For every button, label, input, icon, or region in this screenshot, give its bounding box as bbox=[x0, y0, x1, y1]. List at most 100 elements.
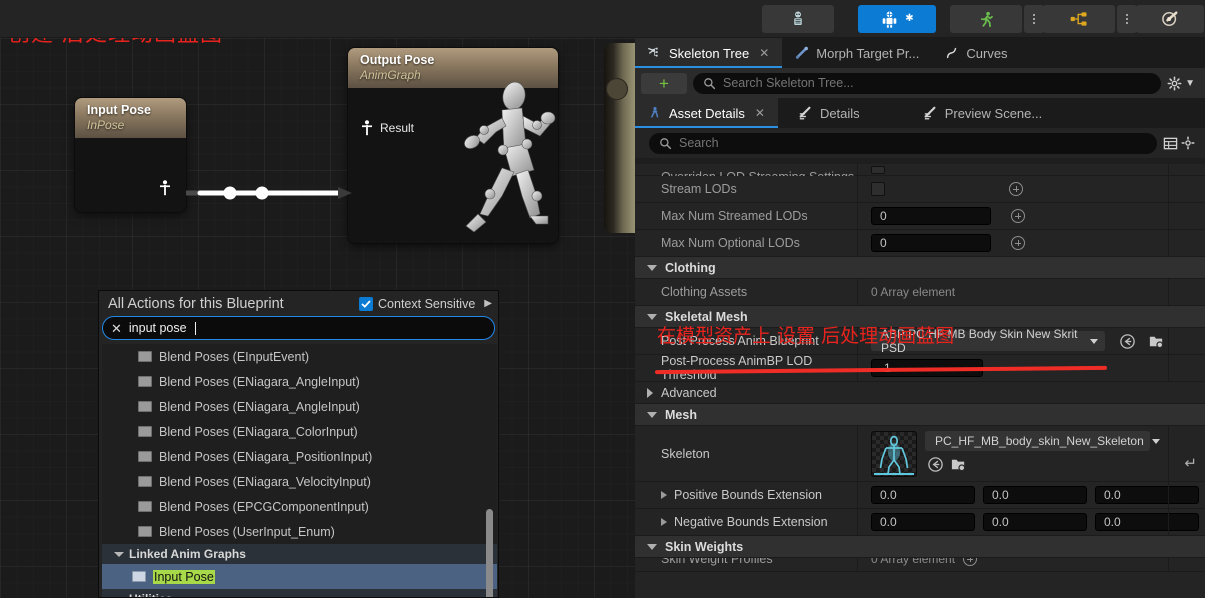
actions-list-item[interactable]: Blend Poses (EInputEvent) bbox=[102, 344, 497, 369]
actions-list-scrollbar[interactable] bbox=[486, 509, 493, 597]
property-row-stream-lods[interactable]: Stream LODs bbox=[635, 176, 1205, 203]
node-swatch-icon bbox=[138, 501, 152, 512]
property-row-skin-weight-profiles[interactable]: Skin Weight Profiles 0 Array element bbox=[635, 558, 1205, 572]
stream-lods-checkbox[interactable] bbox=[871, 182, 885, 196]
max-num-optional-lods-input[interactable]: 0 bbox=[871, 234, 991, 252]
clear-search-icon[interactable]: ✕ bbox=[111, 322, 122, 335]
add-override-icon[interactable] bbox=[1009, 182, 1023, 196]
add-array-element-icon[interactable] bbox=[963, 558, 978, 566]
gear-icon[interactable] bbox=[1181, 136, 1195, 150]
toolbar-graph-button[interactable] bbox=[1043, 5, 1115, 33]
positive-bounds-y-input[interactable]: 0.0 bbox=[983, 486, 1087, 504]
chevron-right-icon[interactable] bbox=[661, 491, 667, 499]
right-dock-panel: Skeleton Tree ✕ Morph Target Pr... Curve… bbox=[635, 38, 1205, 598]
actions-list-item-label: Blend Poses (UserInput_Enum) bbox=[159, 524, 335, 539]
toolbar-graph-options[interactable] bbox=[1117, 5, 1137, 33]
chevron-right-icon[interactable] bbox=[661, 518, 667, 526]
negative-bounds-z-input[interactable]: 0.0 bbox=[1095, 513, 1199, 531]
input-pose-node[interactable]: Input Pose InPose bbox=[75, 98, 186, 212]
actions-list-item[interactable]: Blend Poses (ENiagara_AngleInput) bbox=[102, 394, 497, 419]
property-row-clothing-assets[interactable]: Clothing Assets 0 Array element bbox=[635, 279, 1205, 306]
details-search-input[interactable]: Search bbox=[649, 132, 1157, 154]
actions-search-value: input pose bbox=[128, 321, 187, 335]
actions-list-item[interactable]: Blend Poses (ENiagara_ColorInput) bbox=[102, 419, 497, 444]
browse-to-asset-icon[interactable] bbox=[1148, 333, 1165, 350]
gear-icon[interactable] bbox=[1167, 76, 1182, 91]
pose-connection-wire[interactable] bbox=[186, 186, 356, 200]
actions-category-row[interactable]: Linked Anim Graphs bbox=[102, 544, 497, 564]
reset-to-default-icon[interactable]: ↵ bbox=[1184, 454, 1197, 472]
property-label: Clothing Assets bbox=[661, 285, 748, 299]
property-row-max-num-streamed-lods[interactable]: Max Num Streamed LODs 0 bbox=[635, 203, 1205, 230]
section-advanced[interactable]: Advanced bbox=[635, 382, 1205, 404]
asset-details-property-grid[interactable]: Overriden LOD Streaming Settings Stream … bbox=[635, 164, 1205, 598]
chevron-down-icon bbox=[647, 264, 657, 271]
browse-back-icon[interactable] bbox=[927, 456, 944, 473]
add-override-icon[interactable] bbox=[1011, 236, 1025, 250]
skeleton-dropdown[interactable]: PC_HF_MB_body_skin_New_Skeleton bbox=[925, 431, 1160, 451]
toolbar-animation-options[interactable] bbox=[1024, 5, 1044, 33]
details-icon bbox=[799, 106, 811, 120]
property-row-positive-bounds-extension[interactable]: Positive Bounds Extension 0.0 0.0 0.0 bbox=[635, 482, 1205, 509]
positive-bounds-x-input[interactable]: 0.0 bbox=[871, 486, 975, 504]
actions-search-input[interactable]: ✕ input pose bbox=[102, 316, 495, 340]
tab-details-label: Details bbox=[819, 105, 860, 121]
node-swatch-icon bbox=[138, 451, 152, 462]
tab-asset-details-close[interactable]: ✕ bbox=[755, 106, 765, 120]
actions-result-list[interactable]: Blend Poses (EInputEvent) Blend Poses (EN… bbox=[102, 344, 497, 597]
tab-asset-details[interactable]: Asset Details ✕ bbox=[635, 98, 778, 128]
chevron-down-icon[interactable]: ▼ bbox=[1185, 78, 1195, 89]
text-caret bbox=[194, 321, 196, 335]
actions-menu-title: All Actions for this Blueprint bbox=[108, 295, 284, 312]
toolbar-physics-button[interactable] bbox=[1136, 5, 1204, 33]
tab-details[interactable]: Details bbox=[778, 98, 873, 128]
section-clothing-label: Clothing bbox=[665, 260, 716, 275]
property-label: Max Num Optional LODs bbox=[661, 236, 800, 250]
property-row-overriden-lod-streaming[interactable]: Overriden LOD Streaming Settings bbox=[635, 164, 1205, 176]
context-sensitive-toggle[interactable]: Context Sensitive ▶ bbox=[359, 296, 492, 311]
actions-list-item[interactable]: Blend Poses (EPCGComponentInput) bbox=[102, 494, 497, 519]
skeleton-tree-settings[interactable]: ▼ bbox=[1167, 76, 1199, 91]
add-override-icon[interactable] bbox=[1011, 209, 1025, 223]
browse-to-asset-icon[interactable] bbox=[950, 456, 967, 473]
actions-category-row[interactable]: Utilities bbox=[102, 589, 497, 597]
skeleton-thumbnail[interactable] bbox=[871, 431, 917, 477]
negative-bounds-x-input[interactable]: 0.0 bbox=[871, 513, 975, 531]
section-skin-weights[interactable]: Skin Weights bbox=[635, 536, 1205, 558]
actions-list-item[interactable]: Blend Poses (ENiagara_VelocityInput) bbox=[102, 469, 497, 494]
actions-list-item-label: Blend Poses (ENiagara_PositionInput) bbox=[159, 449, 373, 464]
actions-list-item[interactable]: Blend Poses (ENiagara_PositionInput) bbox=[102, 444, 497, 469]
pose-out-pin-icon[interactable] bbox=[159, 180, 171, 196]
chevron-right-icon[interactable]: ▶ bbox=[484, 298, 492, 309]
context-sensitive-checkbox[interactable] bbox=[359, 296, 374, 311]
tab-morph-target[interactable]: Morph Target Pr... bbox=[782, 38, 932, 68]
grid-view-icon[interactable] bbox=[1163, 136, 1178, 151]
skeleton-tree-search-input[interactable]: Search Skeleton Tree... bbox=[693, 72, 1162, 94]
property-row-max-num-optional-lods[interactable]: Max Num Optional LODs 0 bbox=[635, 230, 1205, 257]
actions-list-item[interactable]: Blend Poses (ENiagara_AngleInput) bbox=[102, 369, 497, 394]
tab-skeleton-tree[interactable]: Skeleton Tree ✕ bbox=[635, 38, 783, 68]
output-pose-node[interactable]: Output Pose AnimGraph Result bbox=[348, 48, 558, 243]
tab-curves[interactable]: Curves bbox=[932, 38, 1020, 68]
positive-bounds-z-input[interactable]: 0.0 bbox=[1095, 486, 1199, 504]
toolbar-skeleton-button[interactable] bbox=[762, 5, 834, 33]
section-clothing[interactable]: Clothing bbox=[635, 257, 1205, 279]
tab-skeleton-tree-close[interactable]: ✕ bbox=[759, 46, 769, 60]
toolbar-mesh-button[interactable]: ✱ bbox=[858, 5, 936, 33]
property-label: Skeleton bbox=[661, 446, 710, 461]
pose-pin-icon[interactable] bbox=[361, 120, 373, 136]
add-skeleton-item-button[interactable]: + bbox=[641, 72, 687, 94]
max-num-streamed-lods-input[interactable]: 0 bbox=[871, 207, 991, 225]
toolbar-animation-button[interactable] bbox=[950, 5, 1022, 33]
actions-list-item-label: Blend Poses (ENiagara_AngleInput) bbox=[159, 374, 360, 389]
details-view-options[interactable] bbox=[1163, 136, 1199, 151]
tab-preview-scene[interactable]: Preview Scene... bbox=[873, 98, 1056, 128]
property-row-skeleton[interactable]: Skeleton PC_HF_MB_body_skin_New_Skeleton… bbox=[635, 426, 1205, 482]
actions-list-item-selected[interactable]: Input Pose bbox=[102, 564, 497, 589]
property-row-negative-bounds-extension[interactable]: Negative Bounds Extension 0.0 0.0 0.0 bbox=[635, 509, 1205, 536]
section-mesh[interactable]: Mesh bbox=[635, 404, 1205, 426]
actions-list-item[interactable]: Blend Poses (UserInput_Enum) bbox=[102, 519, 497, 544]
negative-bounds-y-input[interactable]: 0.0 bbox=[983, 513, 1087, 531]
browse-back-icon[interactable] bbox=[1119, 333, 1136, 350]
property-checkbox[interactable] bbox=[871, 165, 885, 174]
